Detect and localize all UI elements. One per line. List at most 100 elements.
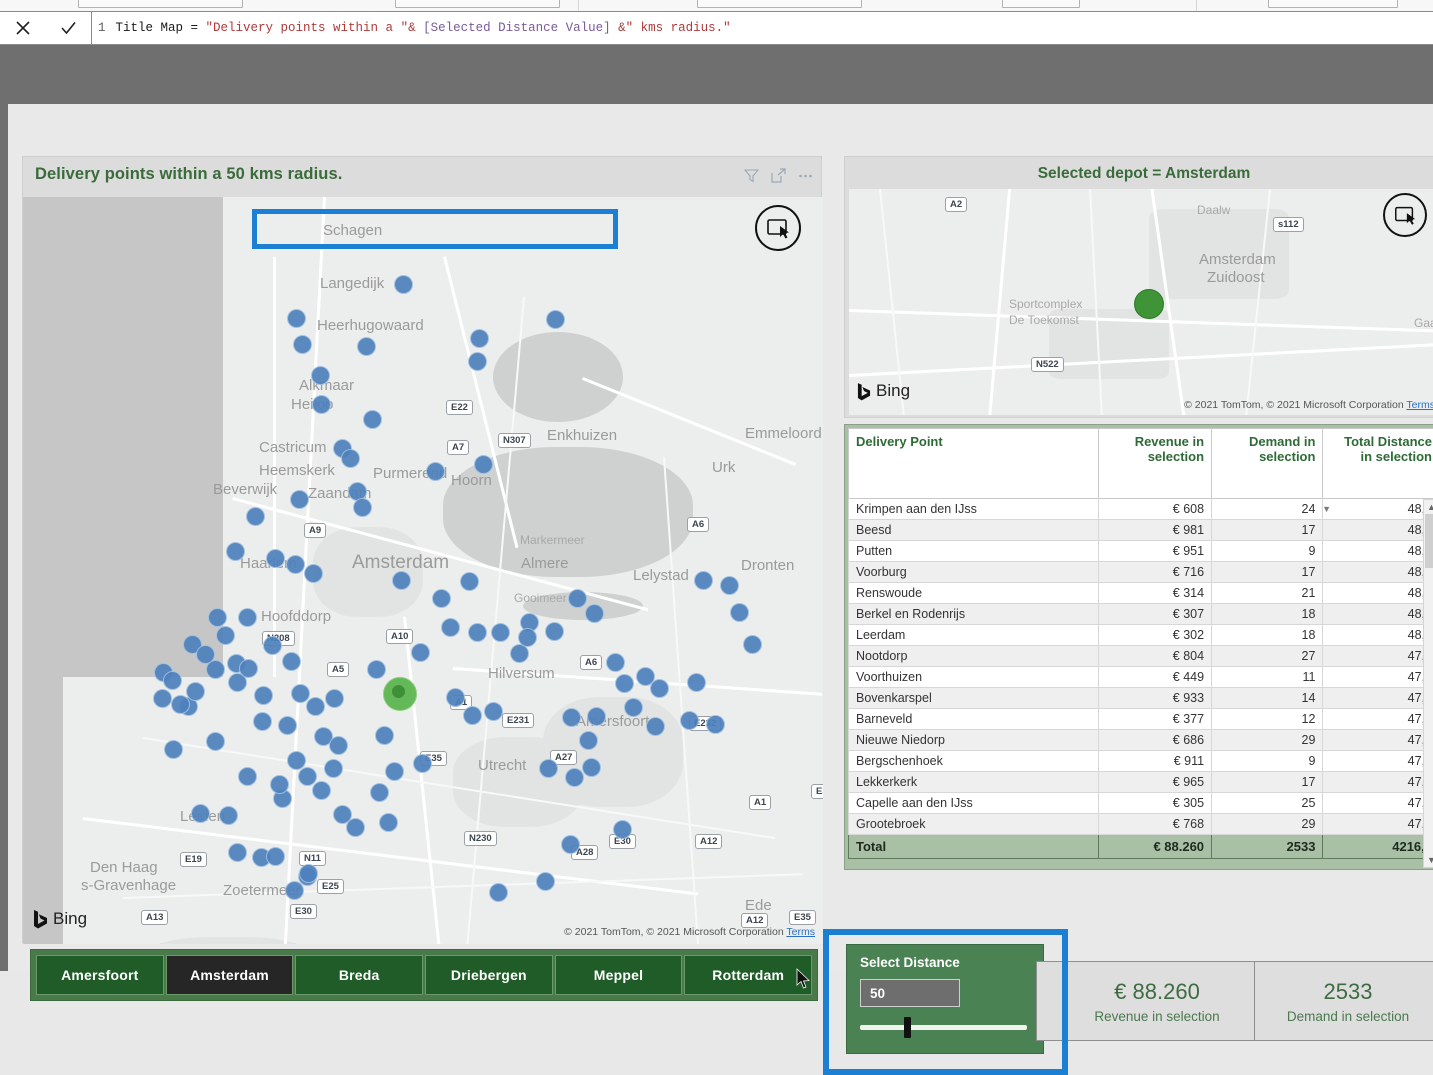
check-icon[interactable] <box>51 13 85 43</box>
delivery-point-marker[interactable] <box>367 660 386 679</box>
delivery-point-marker[interactable] <box>353 498 372 517</box>
delivery-point-marker[interactable] <box>470 329 489 348</box>
scroll-down-arrow[interactable]: ▼ <box>1427 853 1433 867</box>
delivery-point-marker[interactable] <box>546 310 565 329</box>
delivery-point-marker[interactable] <box>441 618 460 637</box>
formula-input[interactable]: 1 Title Map = "Delivery points within a … <box>92 12 1433 44</box>
table-row[interactable]: Putten€ 951948,3 <box>849 541 1433 562</box>
delivery-point-marker[interactable] <box>270 775 289 794</box>
delivery-point-marker[interactable] <box>238 608 257 627</box>
delivery-point-marker[interactable] <box>286 555 305 574</box>
delivery-point-marker[interactable] <box>446 688 465 707</box>
delivery-point-marker[interactable] <box>285 881 304 900</box>
delivery-point-marker[interactable] <box>312 395 331 414</box>
delivery-point-marker[interactable] <box>582 758 601 777</box>
delivery-point-marker[interactable] <box>263 636 282 655</box>
delivery-point-marker[interactable] <box>253 712 272 731</box>
delivery-point-marker[interactable] <box>394 275 413 294</box>
ribbon-control[interactable] <box>78 0 243 8</box>
delivery-point-marker[interactable] <box>484 702 503 721</box>
table-row[interactable]: Voorthuizen€ 4491147,8 <box>849 667 1433 688</box>
delivery-point-marker[interactable] <box>413 754 432 773</box>
delivery-point-marker[interactable] <box>694 571 713 590</box>
delivery-points-table-visual[interactable]: Delivery Point Revenue in selection Dema… <box>844 424 1433 870</box>
table-row[interactable]: Berkel en Rodenrijs€ 3071848,0 <box>849 604 1433 625</box>
delivery-point-marker[interactable] <box>163 671 182 690</box>
delivery-point-marker[interactable] <box>375 726 394 745</box>
delivery-point-marker[interactable] <box>411 643 430 662</box>
delivery-point-marker[interactable] <box>379 813 398 832</box>
depot-button-rotterdam[interactable]: Rotterdam <box>684 955 812 995</box>
sort-descending-icon[interactable]: ▼ <box>1322 504 1331 514</box>
delivery-point-marker[interactable] <box>290 490 309 509</box>
delivery-point-marker[interactable] <box>325 689 344 708</box>
delivery-point-marker[interactable] <box>432 589 451 608</box>
delivery-point-marker[interactable] <box>536 872 555 891</box>
delivery-point-marker[interactable] <box>489 883 508 902</box>
depot-map-canvas[interactable]: AmsterdamZuidoostSportcomplexDe Toekomst… <box>849 189 1433 415</box>
delivery-point-marker[interactable] <box>468 352 487 371</box>
column-header-demand[interactable]: Demand in selection <box>1212 429 1323 499</box>
delivery-point-marker[interactable] <box>357 337 376 356</box>
delivery-point-marker[interactable] <box>426 462 445 481</box>
delivery-point-marker[interactable] <box>191 804 210 823</box>
depot-button-breda[interactable]: Breda <box>295 955 423 995</box>
terms-link[interactable]: Terms <box>786 926 815 938</box>
terms-link[interactable]: Terms <box>1406 399 1433 411</box>
table-row[interactable]: Krimpen aan den IJss€ 6082448,9 <box>849 499 1433 520</box>
delivery-point-marker[interactable] <box>186 682 205 701</box>
table-row[interactable]: Nieuwe Niedorp€ 6862947,5 <box>849 730 1433 751</box>
delivery-point-marker[interactable] <box>646 717 665 736</box>
delivery-point-marker[interactable] <box>363 410 382 429</box>
delivery-point-marker[interactable] <box>346 818 365 837</box>
table-row[interactable]: Grootebroek€ 7682947,3 <box>849 814 1433 835</box>
slicer-track[interactable] <box>860 1025 1027 1030</box>
delivery-point-marker[interactable] <box>606 653 625 672</box>
selected-depot-map-visual[interactable]: Selected depot = Amsterdam AmsterdamZuid… <box>844 156 1433 418</box>
delivery-point-marker[interactable] <box>385 762 404 781</box>
delivery-point-marker[interactable] <box>720 576 739 595</box>
delivery-point-marker[interactable] <box>219 806 238 825</box>
delivery-point-marker[interactable] <box>266 847 285 866</box>
delivery-points-map-visual[interactable]: Delivery points within a 50 kms radius. <box>22 156 822 943</box>
table-row[interactable]: Nootdorp€ 8042747,8 <box>849 646 1433 667</box>
scroll-up-arrow[interactable]: ▲ <box>1427 500 1433 514</box>
delivery-point-marker[interactable] <box>164 740 183 759</box>
delivery-point-marker[interactable] <box>370 783 389 802</box>
table-row[interactable]: Capelle aan den IJss€ 3052547,3 <box>849 793 1433 814</box>
focus-mode-overlay-icon[interactable] <box>1383 193 1427 237</box>
delivery-point-marker[interactable] <box>206 732 225 751</box>
column-header-total-distance[interactable]: Total Distance in selection <box>1323 429 1433 499</box>
delivery-point-marker[interactable] <box>460 572 479 591</box>
table-row[interactable]: Renswoude€ 3142148,1 <box>849 583 1433 604</box>
delivery-point-marker[interactable] <box>299 864 318 883</box>
delivery-point-marker[interactable] <box>324 759 343 778</box>
map-canvas[interactable]: SchagenLangedijkHeerhugowaardAlkmaarHeil… <box>23 197 823 944</box>
delivery-point-marker[interactable] <box>650 679 669 698</box>
column-header-delivery-point[interactable]: Delivery Point <box>849 429 1099 499</box>
delivery-point-marker[interactable] <box>311 366 330 385</box>
delivery-point-marker[interactable] <box>341 449 360 468</box>
table-row[interactable]: Bergschenhoek€ 911947,5 <box>849 751 1433 772</box>
distance-slicer[interactable]: Select Distance 50 <box>846 944 1044 1054</box>
delivery-point-marker[interactable] <box>329 736 348 755</box>
delivery-point-marker[interactable] <box>282 652 301 671</box>
scrollbar-thumb[interactable] <box>1425 514 1433 568</box>
delivery-point-marker[interactable] <box>568 589 587 608</box>
depot-slicer[interactable]: AmersfoortAmsterdamBredaDriebergenMeppel… <box>30 949 818 1001</box>
delivery-point-marker[interactable] <box>613 820 632 839</box>
delivery-point-marker[interactable] <box>278 716 297 735</box>
delivery-point-marker[interactable] <box>287 309 306 328</box>
delivery-point-marker[interactable] <box>304 564 323 583</box>
delivery-point-marker[interactable] <box>585 604 604 623</box>
depot-marker[interactable] <box>1134 289 1164 319</box>
delivery-point-marker[interactable] <box>743 635 762 654</box>
ribbon-control[interactable] <box>697 0 862 8</box>
delivery-point-marker[interactable] <box>579 731 598 750</box>
delivery-point-marker[interactable] <box>153 689 172 708</box>
delivery-point-marker[interactable] <box>226 542 245 561</box>
kpi-card-revenue[interactable]: € 88.260 Revenue in selection <box>1036 961 1278 1041</box>
delivery-point-marker[interactable] <box>463 706 482 725</box>
delivery-point-marker[interactable] <box>539 759 558 778</box>
delivery-point-marker[interactable] <box>306 697 325 716</box>
